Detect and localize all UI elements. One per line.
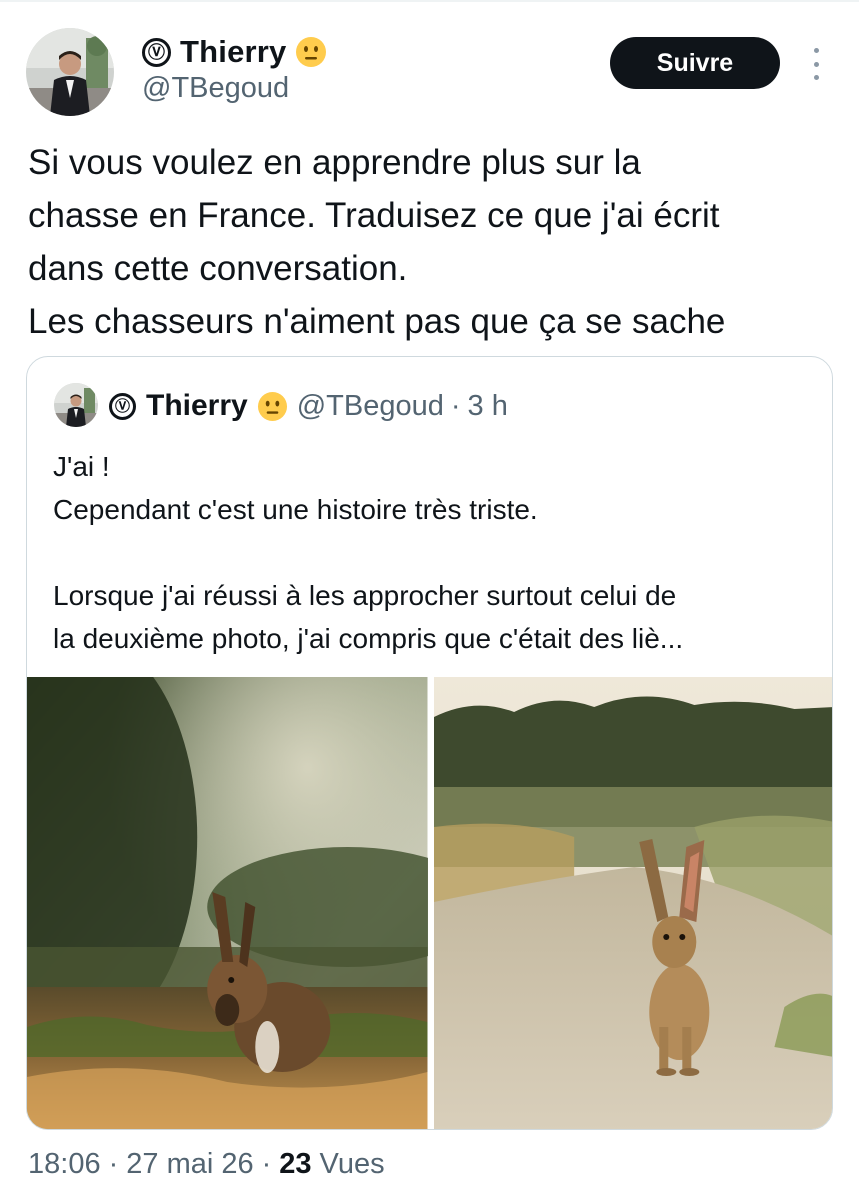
- hare-photo-2[interactable]: [433, 677, 832, 1129]
- tweet-line: dans cette conversation.: [28, 249, 408, 288]
- author-display-name[interactable]: Thierry: [180, 34, 287, 70]
- quoted-timestamp: 3 h: [467, 389, 508, 422]
- quoted-header: Ⓥ Thierry @TBegoud · 3 h: [109, 384, 508, 428]
- neutral-face-emoji-icon: [257, 391, 287, 421]
- views-count: 23: [279, 1148, 312, 1180]
- tweet-line: chasse en France. Traduisez ce que j'ai …: [28, 196, 720, 235]
- quoted-line: [53, 531, 823, 574]
- tweet-line: Les chasseurs n'aiment pas que ça se sac…: [28, 302, 726, 341]
- quoted-media-grid: [27, 677, 832, 1129]
- tweet-meta: 18:06 · 27 mai 26 · 23 Vues: [28, 1148, 385, 1181]
- author-handle[interactable]: @TBegoud: [142, 72, 289, 105]
- tweet-text: Si vous voulez en apprendre plus sur la …: [28, 136, 848, 348]
- quoted-line: Cependant c'est une histoire très triste…: [53, 494, 538, 525]
- quoted-handle: @TBegoud: [296, 389, 444, 422]
- tweet-time[interactable]: 18:06: [28, 1148, 101, 1181]
- author-name-row[interactable]: Ⓥ Thierry: [142, 30, 327, 74]
- verified-badge-icon: Ⓥ: [142, 37, 171, 67]
- neutral-face-emoji-icon: [295, 37, 326, 67]
- more-dot: [813, 75, 819, 80]
- quoted-text: J'ai ! Cependant c'est une histoire très…: [53, 445, 823, 660]
- author-avatar[interactable]: [26, 28, 114, 116]
- tweet-date[interactable]: 27 mai 26: [126, 1148, 253, 1181]
- quoted-separator: ·: [450, 389, 461, 422]
- more-dot: [813, 61, 819, 67]
- quoted-tweet-card[interactable]: Ⓥ Thierry @TBegoud · 3 h J'ai ! Cependan…: [26, 356, 833, 1130]
- quoted-line: la deuxième photo, j'ai compris que c'ét…: [53, 623, 684, 654]
- quoted-display-name: Thierry: [146, 389, 248, 422]
- follow-button[interactable]: Suivre: [610, 37, 780, 89]
- quoted-line: Lorsque j'ai réussi à les approcher surt…: [53, 580, 677, 611]
- verified-badge-icon: Ⓥ: [109, 392, 136, 420]
- quoted-author-avatar[interactable]: [54, 383, 98, 427]
- hare-photo-1[interactable]: [27, 677, 428, 1129]
- meta-separator: ·: [108, 1148, 119, 1180]
- tweet-line: Si vous voulez en apprendre plus sur la: [28, 143, 641, 182]
- meta-separator: ·: [261, 1148, 272, 1180]
- views-label: Vues: [319, 1148, 385, 1180]
- more-vertical-icon[interactable]: [806, 44, 826, 84]
- more-dot: [813, 48, 819, 53]
- top-divider: [0, 0, 859, 2]
- quoted-line: J'ai !: [53, 451, 110, 482]
